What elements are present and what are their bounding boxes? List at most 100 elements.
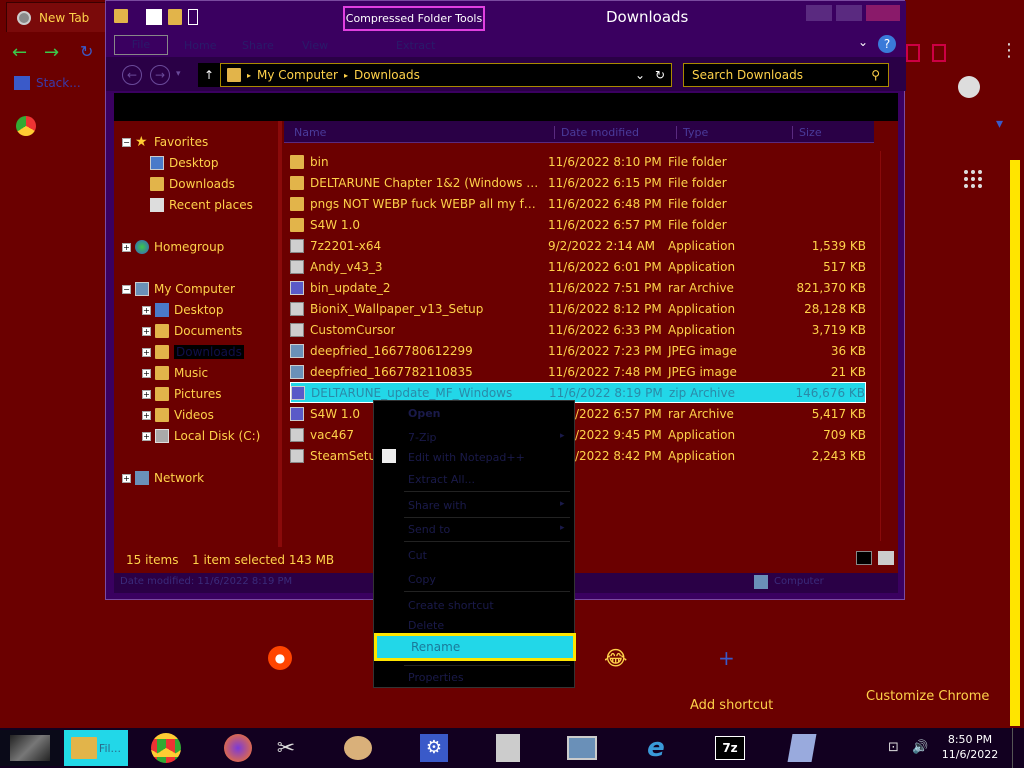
- file-row[interactable]: pngs NOT WEBP fuck WEBP all my friend...…: [290, 193, 866, 214]
- nav-my-computer[interactable]: − My Computer: [122, 282, 235, 296]
- menu-edit-notepadpp[interactable]: Edit with Notepad++: [408, 451, 525, 464]
- column-name[interactable]: Name: [294, 126, 326, 139]
- nav-documents[interactable]: + Documents: [142, 324, 242, 338]
- file-row[interactable]: BioniX_Wallpaper_v13_Setup 11/6/2022 8:12…: [290, 298, 866, 319]
- expand-icon[interactable]: +: [142, 326, 151, 336]
- menu-open[interactable]: Open: [408, 407, 441, 420]
- collapse-icon[interactable]: −: [122, 137, 131, 147]
- nav-computer-desktop[interactable]: + Desktop: [142, 303, 224, 317]
- tab-share[interactable]: Share: [242, 39, 274, 52]
- chrome-tab-new-tab[interactable]: New Tab: [6, 2, 106, 32]
- taskbar-settings[interactable]: ⚙: [406, 730, 462, 766]
- file-row[interactable]: Andy_v43_3 11/6/2022 6:01 PM Application 51…: [290, 256, 866, 277]
- file-row[interactable]: deepfried_1667782110835 11/6/2022 7:48 PM…: [290, 361, 866, 382]
- breadcrumb-downloads[interactable]: Downloads: [354, 68, 420, 82]
- nav-computer-downloads[interactable]: + Downloads: [142, 345, 244, 359]
- reload-icon[interactable]: ↻: [80, 42, 93, 61]
- menu-share-with[interactable]: Share with: [408, 499, 467, 512]
- search-input[interactable]: Search Downloads ⚲: [683, 63, 889, 87]
- details-view-icon[interactable]: [856, 551, 872, 565]
- volume-tray-icon[interactable]: 🔊: [912, 740, 928, 755]
- taskbar-chrome[interactable]: [138, 730, 194, 766]
- add-shortcut-label[interactable]: Add shortcut: [690, 698, 773, 713]
- breadcrumb-my-computer[interactable]: My Computer: [257, 68, 338, 82]
- menu-extract-all[interactable]: Extract All...: [408, 473, 475, 486]
- menu-properties[interactable]: Properties: [408, 671, 464, 684]
- menu-delete[interactable]: Delete: [408, 619, 444, 632]
- reddit-shortcut-icon[interactable]: ●: [268, 646, 292, 670]
- file-row[interactable]: S4W 1.0 11/6/2022 6:57 PM File folder: [290, 214, 866, 235]
- taskbar-clock[interactable]: 8:50 PM 11/6/2022: [940, 732, 1000, 762]
- customize-chrome-button[interactable]: Customize Chrome: [866, 689, 989, 704]
- menu-create-shortcut[interactable]: Create shortcut: [408, 599, 494, 612]
- bookmark-label[interactable]: Stack...: [36, 76, 81, 90]
- collapse-icon[interactable]: −: [122, 284, 131, 294]
- file-row[interactable]: 7z2201-x64 9/2/2022 2:14 AM Application 1,5…: [290, 235, 866, 256]
- expand-icon[interactable]: +: [142, 368, 151, 378]
- nav-local-disk[interactable]: + Local Disk (C:): [142, 429, 260, 443]
- column-type[interactable]: Type: [676, 126, 708, 139]
- expand-icon[interactable]: +: [142, 410, 151, 420]
- nav-homegroup[interactable]: + Homegroup: [122, 240, 224, 254]
- nav-network[interactable]: + Network: [122, 471, 204, 485]
- pane-splitter[interactable]: [278, 121, 282, 547]
- tab-home[interactable]: Home: [184, 39, 216, 52]
- taskbar-notepad[interactable]: [774, 730, 830, 766]
- taskbar-paint[interactable]: [330, 730, 386, 766]
- taskbar-7zip[interactable]: 7z: [702, 730, 758, 766]
- menu-copy[interactable]: Copy: [408, 573, 436, 586]
- expand-icon[interactable]: +: [142, 389, 151, 399]
- add-shortcut-icon[interactable]: +: [718, 646, 735, 670]
- column-size[interactable]: Size: [792, 126, 822, 139]
- properties-icon[interactable]: [146, 9, 162, 25]
- nav-videos[interactable]: + Videos: [142, 408, 214, 422]
- file-row[interactable]: bin 11/6/2022 8:10 PM File folder: [290, 151, 866, 172]
- file-row[interactable]: CustomCursor 11/6/2022 6:33 PM Application…: [290, 319, 866, 340]
- taskbar-photos[interactable]: [554, 730, 610, 766]
- file-row[interactable]: deepfried_1667780612299 11/6/2022 7:23 PM…: [290, 340, 866, 361]
- large-icons-view-icon[interactable]: [878, 551, 894, 565]
- apps-grid-icon[interactable]: [964, 170, 982, 188]
- tab-extract[interactable]: Extract: [396, 39, 435, 52]
- taskbar-explorer[interactable]: Fil...: [64, 730, 128, 766]
- help-icon[interactable]: ?: [878, 35, 896, 53]
- scrollbar-highlight[interactable]: [1010, 160, 1020, 726]
- nav-music[interactable]: + Music: [142, 366, 208, 380]
- menu-rename[interactable]: Rename: [374, 633, 576, 661]
- nav-recent-places[interactable]: Recent places: [150, 198, 253, 212]
- sidebar-icon[interactable]: [932, 44, 946, 62]
- menu-send-to[interactable]: Send to: [408, 523, 450, 536]
- maximize-button[interactable]: [836, 5, 862, 21]
- nav-pictures[interactable]: + Pictures: [142, 387, 222, 401]
- nav-favorites[interactable]: − ★ Favorites: [122, 135, 208, 149]
- nav-desktop[interactable]: Desktop: [150, 156, 219, 170]
- address-dropdown-icon[interactable]: ⌄: [635, 68, 645, 82]
- column-date[interactable]: Date modified: [554, 126, 639, 139]
- taskbar-ie[interactable]: e: [628, 730, 684, 766]
- back-icon[interactable]: ←: [122, 65, 142, 85]
- file-row[interactable]: DELTARUNE Chapter 1&2 (Windows 1.10) 11/6…: [290, 172, 866, 193]
- expand-icon[interactable]: +: [122, 473, 131, 483]
- minimize-button[interactable]: [806, 5, 832, 21]
- menu-cut[interactable]: Cut: [408, 549, 427, 562]
- expand-icon[interactable]: +: [122, 242, 131, 252]
- qat-dropdown-icon[interactable]: [188, 9, 198, 25]
- list-scrollbar[interactable]: [880, 151, 892, 541]
- menu-dots-icon[interactable]: ⋮: [1000, 40, 1018, 61]
- recent-dropdown-icon[interactable]: ▾: [176, 69, 181, 79]
- back-arrow-icon[interactable]: ←: [12, 42, 27, 63]
- refresh-icon[interactable]: ↻: [655, 68, 665, 82]
- ribbon-context-label[interactable]: Compressed Folder Tools: [343, 6, 485, 31]
- ribbon-collapse-icon[interactable]: ⌄: [858, 35, 868, 49]
- taskbar-network-app[interactable]: [480, 730, 536, 766]
- extension-icon[interactable]: [906, 44, 920, 62]
- chevron-down-icon[interactable]: ▾: [996, 116, 1003, 132]
- file-row[interactable]: bin_update_2 11/6/2022 7:51 PM rar Archive…: [290, 277, 866, 298]
- nav-downloads[interactable]: Downloads: [150, 177, 235, 191]
- tab-view[interactable]: View: [302, 39, 328, 52]
- network-tray-icon[interactable]: ⊡: [888, 740, 899, 755]
- close-button[interactable]: [866, 5, 900, 21]
- tab-file[interactable]: File: [114, 35, 168, 55]
- taskbar-snipping[interactable]: ✂: [258, 730, 314, 766]
- expand-icon[interactable]: +: [142, 431, 151, 441]
